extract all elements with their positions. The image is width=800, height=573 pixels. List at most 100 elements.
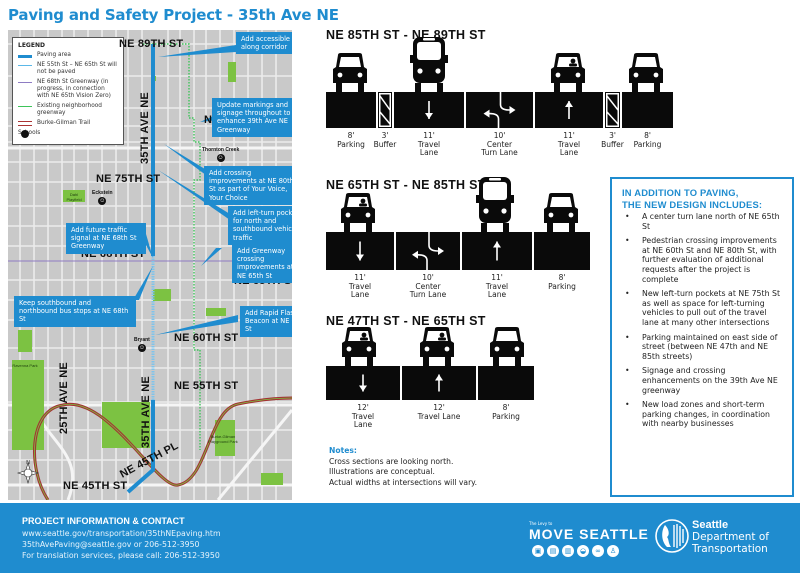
dept-line-3: Transportation xyxy=(692,543,768,555)
list-item: Parking maintained on east side of stree… xyxy=(622,333,784,362)
car-with-driver-icon xyxy=(342,327,376,367)
existing-greenway-swatch xyxy=(18,106,32,107)
school-icon: ☺ xyxy=(137,344,146,352)
travel-lane-lane-block xyxy=(462,232,532,270)
legend-label: Existing neighborhood greenway xyxy=(37,103,102,116)
bus-icon: ▥ xyxy=(562,545,574,557)
design-features-list: A center turn lane north of NE 65th St P… xyxy=(622,212,784,429)
legend-item-existing-greenway: Existing neighborhood greenway xyxy=(18,103,118,117)
legend-item-unpaved: NE 55th St – NE 65th St will not be pave… xyxy=(18,62,118,76)
map-legend: LEGEND Paving area NE 55th St – NE 65th … xyxy=(12,37,124,145)
project-map: LEGEND Paving area NE 55th St – NE 65th … xyxy=(8,30,292,500)
footer-heading: PROJECT INFORMATION & CONTACT xyxy=(22,516,185,526)
buffer-hatch-icon xyxy=(606,93,619,127)
infographic: Paving and Safety Project - 35th Ave NE xyxy=(0,0,800,573)
arrow-up-icon xyxy=(565,101,573,119)
car-icon xyxy=(333,53,367,93)
parking-lane-block xyxy=(622,92,673,128)
center-turn-lane-lane-block xyxy=(396,232,460,270)
notes: Notes: Cross sections are looking north.… xyxy=(329,446,477,488)
school-thornton-creek: Thornton Creek ☺ xyxy=(202,147,239,162)
school-name: Eckstein xyxy=(92,190,113,196)
streetcar-icon: ▤ xyxy=(547,545,559,557)
arrow-up-icon xyxy=(493,241,501,261)
lane-label: 8' Parking xyxy=(633,131,662,149)
seattle-logo-icon xyxy=(655,519,689,553)
sdot-name: Seattle Department of Transportation xyxy=(692,519,769,555)
turn-arrows-icon xyxy=(483,92,516,128)
legend-label: Paving area xyxy=(37,52,71,58)
street-25th-ave: 25TH AVE NE xyxy=(58,362,70,434)
paving-area-swatch xyxy=(18,55,32,58)
legend-label: NE 68th St Greenway (in progress, in con… xyxy=(37,79,111,99)
footer: PROJECT INFORMATION & CONTACT www.seattl… xyxy=(0,503,800,573)
info-heading-2: THE NEW DESIGN INCLUDES: xyxy=(622,199,763,210)
park-label-burke: Burke-Gilman Playground Park xyxy=(208,434,238,444)
translation-services: For translation services, please call: 2… xyxy=(22,551,220,560)
car-with-driver-icon xyxy=(551,53,585,93)
note-line: Cross sections are looking north. xyxy=(329,456,454,466)
rail-icon: ▣ xyxy=(532,545,544,557)
move-seattle-logo: MOVE SEATTLE xyxy=(529,526,649,542)
design-includes-box: IN ADDITION TO PAVING, THE NEW DESIGN IN… xyxy=(610,177,794,497)
street-ne-55th: NE 55TH ST xyxy=(174,380,239,392)
list-item: Signage and crossing enhancements on the… xyxy=(622,366,784,395)
street-35th-ave-south: 35TH AVE NE xyxy=(140,376,152,448)
parking-lane-block xyxy=(534,232,590,270)
notes-heading: Notes: xyxy=(329,446,357,455)
travel-lane-lane-block xyxy=(394,92,464,128)
callout-left-turn-pockets: Add left-turn pockets for north and sout… xyxy=(228,206,292,245)
car-with-driver-icon xyxy=(420,327,454,367)
dept-line-1: Seattle xyxy=(692,519,729,531)
list-item: A center turn lane north of NE 65th St xyxy=(622,212,784,231)
callout-80th-crossing: Add crossing improvements at NE 80th St … xyxy=(204,166,292,205)
school-name: Thornton Creek xyxy=(202,147,240,153)
greenway-68th-swatch xyxy=(18,82,32,83)
car-icon xyxy=(629,53,663,93)
buffer-lane-block xyxy=(605,92,620,128)
trail-swatch xyxy=(18,121,32,126)
street-ne-60th: NE 60TH ST xyxy=(174,332,239,344)
park-label-ravenna: Ravenna Park xyxy=(12,363,38,368)
travel-lane-lane-block xyxy=(326,366,400,400)
callout-accessible-parking: Add accessible parking along corridor xyxy=(236,32,292,55)
section-title-65th-85th: NE 65TH ST - NE 85TH ST xyxy=(326,178,486,192)
note-line: Actual widths at intersections will vary… xyxy=(329,477,478,487)
parking-lane-block xyxy=(478,366,534,400)
legend-label: Burke-Gilman Trail xyxy=(37,120,91,126)
contact-email-phone[interactable]: 35thAvePaving@seattle.gov or 206-512-395… xyxy=(22,540,200,549)
dept-line-2: Department of xyxy=(692,531,769,543)
legend-item-schools: Schools xyxy=(18,130,118,138)
mode-icons: ▣ ▤ ▥ ◒ ∞ ♙ xyxy=(532,545,619,557)
bike-icon: ∞ xyxy=(592,545,604,557)
buffer-hatch-icon xyxy=(379,93,391,127)
project-url-link[interactable]: www.seattle.gov/transportation/35thNEpav… xyxy=(22,529,221,538)
pedestrian-icon: ♙ xyxy=(607,545,619,557)
school-bryant: Bryant ☺ xyxy=(134,337,150,352)
note-line: Illustrations are conceptual. xyxy=(329,467,435,476)
callout-65th-greenway-crossing: Add Greenway crossing improvements at NE… xyxy=(232,244,292,283)
callout-rapid-flash-beacon: Add Rapid Flash Beacon at NE 60th St xyxy=(240,306,292,337)
travel-lane-lane-block xyxy=(535,92,603,128)
park-label-dahl: Dahl Playfield xyxy=(66,192,82,202)
arrow-up-icon xyxy=(435,374,443,392)
street-ne-89th: NE 89TH ST xyxy=(119,38,184,50)
callout-bus-stops: Keep southbound and northbound bus stops… xyxy=(14,296,136,327)
turn-arrows-icon xyxy=(412,232,444,270)
car-icon: ◒ xyxy=(577,545,589,557)
unpaved-line-swatch xyxy=(18,65,32,66)
legend-item-trail: Burke-Gilman Trail xyxy=(18,120,118,127)
travel-lane-lane-block xyxy=(326,232,394,270)
car-icon xyxy=(544,193,578,233)
lane-label: 8' Parking xyxy=(548,273,576,291)
travel-lane-lane-block xyxy=(402,366,476,400)
page-title: Paving and Safety Project - 35th Ave NE xyxy=(8,6,339,24)
arrow-down-icon xyxy=(425,101,433,119)
center-turn-lane-lane-block xyxy=(466,92,533,128)
street-ne-45th: NE 45TH ST xyxy=(63,480,128,492)
school-icon xyxy=(21,130,29,138)
callout-68th-signal: Add future traffic signal at NE 68th St … xyxy=(66,223,146,254)
car-icon xyxy=(490,327,524,367)
arrow-down-icon xyxy=(359,374,367,392)
school-icon: ☺ xyxy=(216,154,225,162)
